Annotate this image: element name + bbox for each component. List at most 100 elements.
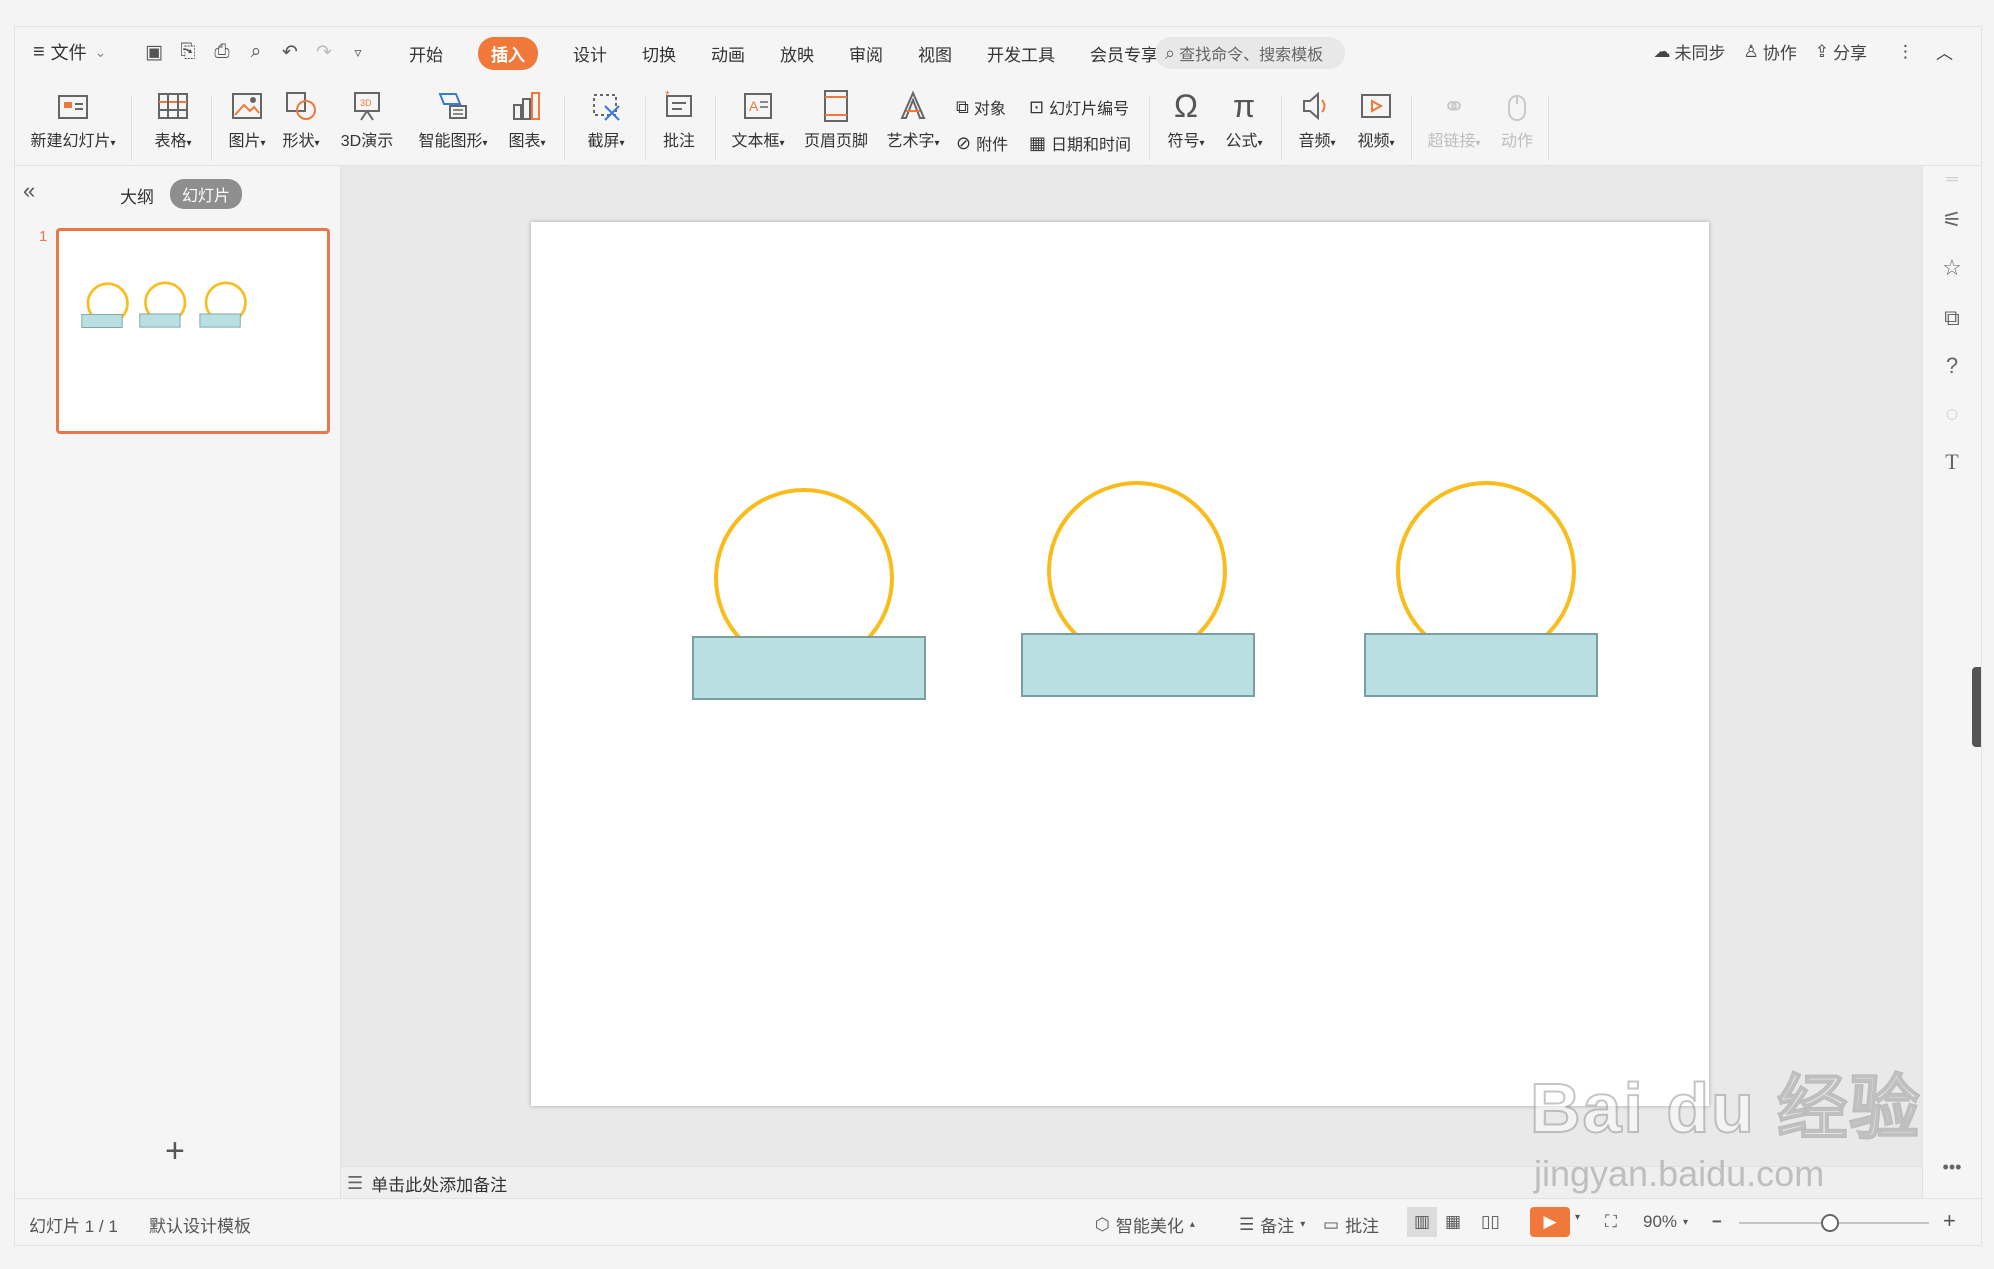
video-button[interactable]: 视频▾	[1351, 87, 1401, 151]
shape-group-3[interactable]	[1364, 481, 1598, 697]
new-slide-button[interactable]: 新建幻灯片▾	[27, 87, 119, 151]
comment-button[interactable]: * 批注	[657, 87, 701, 151]
tab-developer[interactable]: 开发工具	[987, 37, 1055, 70]
zoom-out-icon[interactable]: −	[1712, 1212, 1722, 1232]
header-footer-button[interactable]: 页眉页脚	[801, 87, 871, 151]
share-label: 分享	[1833, 44, 1867, 63]
rectangle-shape[interactable]	[1021, 633, 1255, 697]
object-button[interactable]: ⧉ 对象	[956, 95, 1006, 119]
art-text-button[interactable]: 艺术字▾	[881, 87, 945, 151]
svg-text:A: A	[749, 98, 759, 114]
slide-number-button[interactable]: ⊡ 幻灯片编号	[1029, 95, 1129, 119]
print-icon[interactable]: ⎙	[209, 37, 235, 67]
hyperlink-button[interactable]: ⚭ 超链接▾	[1423, 87, 1485, 151]
collapse-ribbon-icon[interactable]: ︿	[1936, 39, 1953, 64]
undo-icon[interactable]: ↶	[277, 37, 303, 67]
play-slideshow-icon[interactable]: ▶	[1530, 1207, 1570, 1237]
redo-icon[interactable]: ↷	[311, 37, 337, 67]
slide-sorter-icon[interactable]: ▦	[1445, 1212, 1461, 1232]
attachment-button[interactable]: ⊘ 附件	[956, 131, 1008, 155]
shape-icon	[286, 92, 316, 120]
add-slide-button[interactable]: +	[165, 1134, 185, 1168]
beautify-label: 智能美化	[1115, 1217, 1184, 1236]
shape-button[interactable]: 形状▾	[276, 87, 326, 151]
search-input[interactable]: ⌕ 查找命令、搜索模板	[1155, 37, 1345, 69]
chart-button[interactable]: 图表▾	[502, 87, 552, 151]
format-painter-icon[interactable]: ⎘	[175, 37, 201, 67]
comments-toggle-button[interactable]: ▭ 批注	[1323, 1212, 1379, 1237]
textbox-icon: A	[744, 93, 772, 119]
tab-outline[interactable]: 大纲	[120, 183, 154, 208]
settings-sliders-icon[interactable]: ⚟	[1938, 206, 1966, 234]
notes-bar[interactable]: ☰ 单击此处添加备注	[341, 1166, 1935, 1199]
symbol-button[interactable]: Ω 符号▾	[1161, 87, 1211, 151]
slides-panel: « 大纲 幻灯片 1 +	[15, 166, 341, 1198]
ribbon-divider	[211, 95, 212, 161]
collapse-panel-icon[interactable]: «	[23, 178, 35, 204]
copy-icon[interactable]: ⧉	[1938, 304, 1966, 332]
normal-view-icon[interactable]: ▥	[1407, 1207, 1437, 1237]
sync-button[interactable]: ☁ 未同步	[1654, 39, 1726, 64]
picture-button[interactable]: 图片▾	[222, 87, 272, 151]
play-options-icon[interactable]: ▾	[1575, 1212, 1580, 1223]
table-button[interactable]: 表格▾	[148, 87, 198, 151]
shape-group-1[interactable]	[692, 488, 926, 700]
screenshot-button[interactable]: 截屏▾	[581, 87, 631, 151]
audio-button[interactable]: 音频▾	[1292, 87, 1342, 151]
rectangle-shape[interactable]	[1364, 633, 1598, 697]
star-icon[interactable]: ☆	[1938, 254, 1966, 282]
notes-toggle-button[interactable]: ☰ 备注 ▾	[1239, 1212, 1305, 1237]
thumbnail-preview	[81, 281, 247, 328]
search-icon: ⌕	[1165, 42, 1176, 63]
smart-art-button[interactable]: 智能图形▾	[413, 87, 493, 151]
text-icon[interactable]: T	[1938, 448, 1966, 476]
tab-design[interactable]: 设计	[573, 37, 607, 70]
file-menu[interactable]: ≡ 文件 ⌄	[33, 39, 106, 65]
template-name[interactable]: 默认设计模板	[149, 1212, 251, 1237]
tab-animation[interactable]: 动画	[711, 37, 745, 70]
circle-shape[interactable]	[1396, 481, 1576, 661]
tab-member[interactable]: 会员专享	[1090, 37, 1158, 70]
fit-window-icon[interactable]: ⛶	[1605, 1212, 1617, 1232]
more-horizontal-icon[interactable]: •••	[1938, 1153, 1966, 1181]
art-text-icon	[900, 90, 926, 119]
tab-review[interactable]: 审阅	[849, 37, 883, 70]
textbox-button[interactable]: A 文本框▾	[727, 87, 789, 151]
lightbulb-icon[interactable]: ◌	[1938, 400, 1966, 428]
slide-canvas[interactable]	[531, 222, 1709, 1106]
customize-toolbar-icon[interactable]: ▿	[345, 37, 371, 67]
3d-icon: 3D	[354, 92, 380, 121]
zoom-in-icon[interactable]: +	[1943, 1208, 1956, 1234]
ribbon-tabs: 开始 插入 设计 切换 动画 放映 审阅 视图 开发工具 会员专享	[409, 37, 1193, 70]
rectangle-shape[interactable]	[692, 636, 926, 700]
help-icon[interactable]: ?	[1938, 352, 1966, 380]
3d-presentation-button[interactable]: 3D 3D演示	[338, 87, 396, 151]
action-button[interactable]: 动作	[1495, 87, 1539, 151]
shape-group-2[interactable]	[1021, 481, 1255, 697]
tab-home[interactable]: 开始	[409, 37, 443, 70]
slide-thumbnail[interactable]	[56, 228, 330, 434]
tab-transitions[interactable]: 切换	[642, 37, 676, 70]
zoom-slider-thumb[interactable]	[1821, 1214, 1839, 1232]
slide-number-label: 幻灯片编号	[1049, 101, 1130, 118]
action-label: 动作	[1500, 133, 1533, 150]
circle-shape[interactable]	[1047, 481, 1227, 661]
beautify-button[interactable]: ⬡ 智能美化 ▴	[1095, 1212, 1195, 1237]
share-button[interactable]: ⇪ 分享	[1815, 39, 1867, 64]
zoom-value[interactable]: 90% ▾	[1643, 1212, 1688, 1232]
more-vertical-icon[interactable]: ⋮	[1897, 42, 1914, 62]
date-time-button[interactable]: ▦ 日期和时间	[1029, 131, 1131, 155]
tab-insert[interactable]: 插入	[478, 37, 538, 70]
formula-button[interactable]: π 公式▾	[1219, 87, 1269, 151]
save-icon[interactable]: ▣	[141, 37, 167, 67]
collab-button[interactable]: ♙ 协作	[1744, 39, 1797, 64]
tab-view[interactable]: 视图	[918, 37, 952, 70]
paperclip-icon: ⊘	[956, 132, 972, 153]
tab-slides[interactable]: 幻灯片	[170, 179, 243, 209]
side-handle[interactable]	[1972, 667, 1981, 747]
collab-label: 协作	[1762, 44, 1797, 63]
reading-view-icon[interactable]: ▯▯	[1481, 1212, 1500, 1232]
tab-slideshow[interactable]: 放映	[780, 37, 814, 70]
print-preview-icon[interactable]: ⌕	[243, 37, 269, 67]
shape-label: 形状	[282, 133, 315, 150]
